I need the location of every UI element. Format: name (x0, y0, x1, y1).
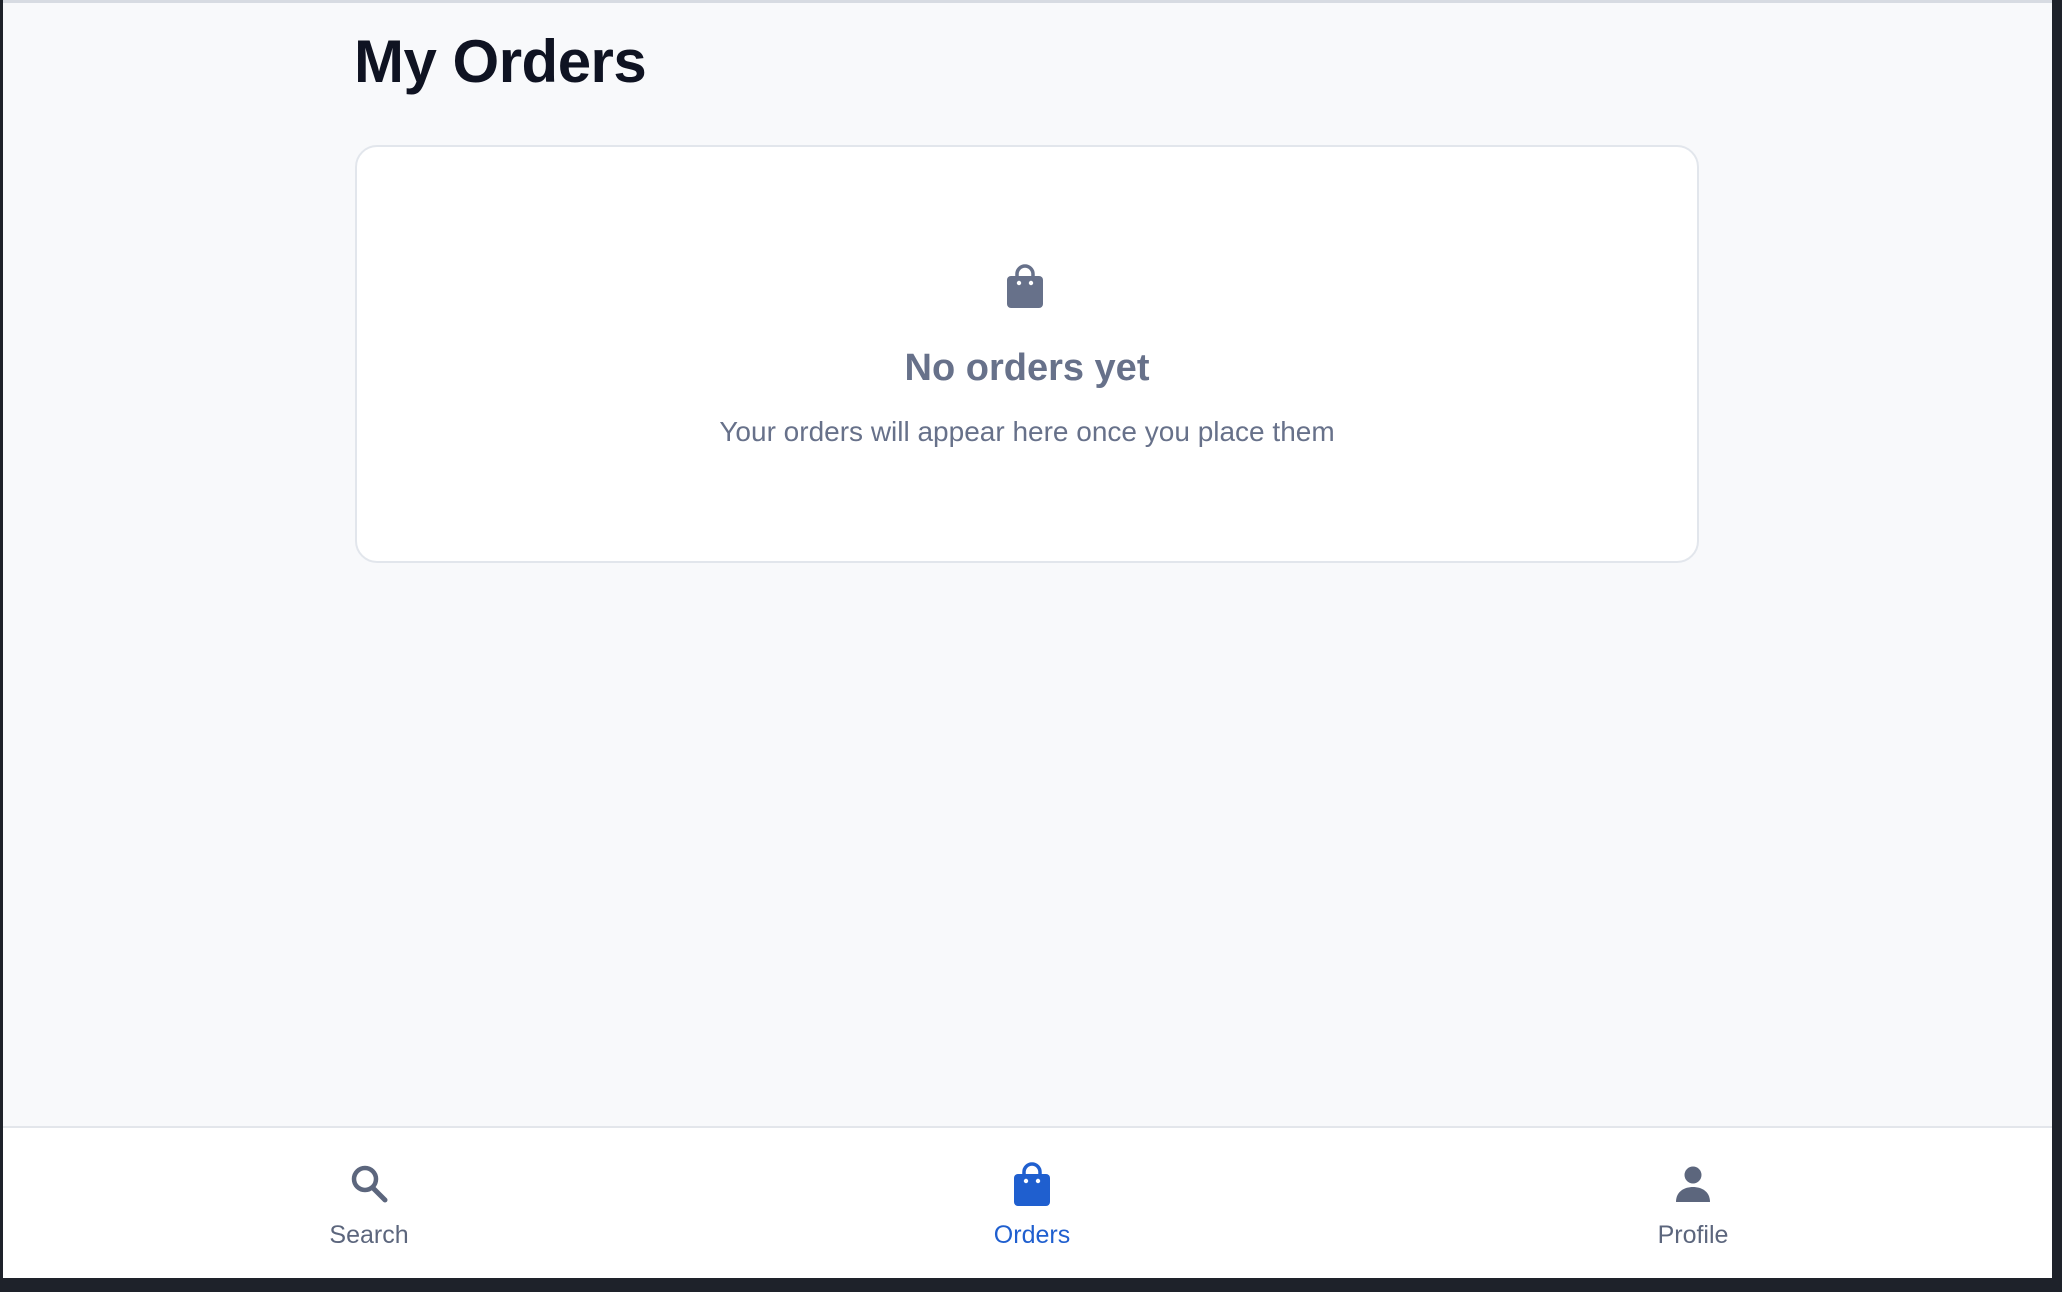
empty-state-description: Your orders will appear here once you pl… (719, 416, 1335, 447)
nav-item-orders[interactable]: Orders (912, 1128, 1152, 1278)
app-screen: My Orders No orders yet Your orders will… (3, 0, 2052, 1278)
nav-label-orders: Orders (993, 1221, 1071, 1249)
shopping-bag-icon (1012, 1162, 1052, 1206)
nav-label-profile: Profile (1657, 1221, 1729, 1249)
bottom-navigation: Search Orders Profile (3, 1126, 2052, 1278)
empty-orders-card: No orders yet Your orders will appear he… (355, 145, 1699, 563)
search-icon (349, 1162, 389, 1206)
page-title: My Orders (354, 28, 647, 95)
shopping-bag-icon (1005, 263, 1045, 309)
person-icon (1673, 1162, 1713, 1206)
nav-item-profile[interactable]: Profile (1573, 1128, 1813, 1278)
nav-label-search: Search (329, 1221, 409, 1249)
nav-item-search[interactable]: Search (249, 1128, 489, 1278)
empty-state-title: No orders yet (904, 347, 1150, 389)
